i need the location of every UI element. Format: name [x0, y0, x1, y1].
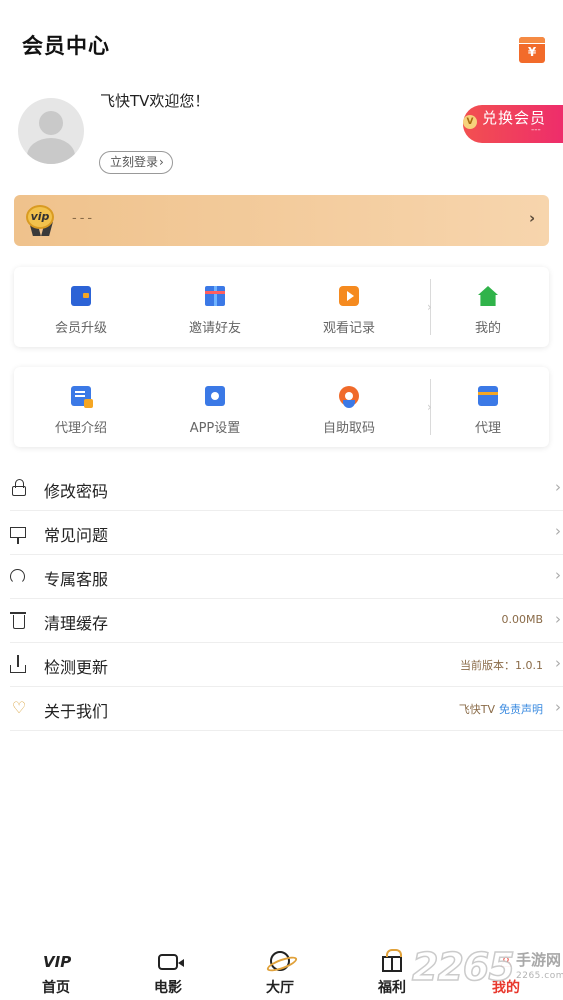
grid-item-app-settings[interactable]: APP设置: [148, 367, 282, 447]
welcome-text: 飞快TV欢迎您！: [100, 92, 210, 110]
grid-item-watch-history[interactable]: 观看记录: [282, 267, 416, 347]
menu-item-check-update[interactable]: 检测更新 当前版本：1.0.1 ›: [10, 643, 563, 687]
chevron-right-icon: ›: [555, 522, 561, 540]
menu-item-change-password[interactable]: 修改密码 ›: [10, 467, 563, 511]
grid-item-invite-friends[interactable]: 邀请好友: [148, 267, 282, 347]
home-icon: [478, 286, 498, 306]
watermark-logo: 2265 手游网 2265.com: [408, 944, 563, 995]
camera-icon: [158, 954, 184, 970]
heart-icon: ♡: [11, 698, 27, 717]
watermark-text: 手游网: [516, 951, 562, 969]
feature-card-2: 代理介绍 APP设置 自助取码 › 代理: [14, 367, 549, 447]
menu-label: 修改密码: [44, 482, 109, 501]
vip-badge-icon: V: [463, 115, 477, 129]
wallet-icon: [71, 286, 91, 306]
disclaimer-link[interactable]: 免责声明: [499, 703, 543, 716]
menu-label: 关于我们: [44, 702, 109, 721]
wallet-symbol: ¥: [527, 45, 537, 59]
grid-item-label: 邀请好友: [188, 321, 241, 336]
login-button[interactable]: 立刻登录›: [99, 151, 173, 174]
gift-icon: [382, 949, 402, 972]
header: 会员中心 ¥: [0, 0, 563, 90]
vip-status-text: ---: [72, 211, 96, 226]
tab-label: 电影: [154, 980, 182, 996]
grid-item-label: 代理: [474, 421, 501, 436]
grid-item-label: 会员升级: [54, 321, 107, 336]
settings-menu: 修改密码 › 常见问题 › 专属客服 › 清理缓存 0.00MB › 检测更新 …: [0, 467, 563, 731]
board-icon: [10, 527, 26, 544]
trash-icon: [10, 612, 26, 629]
download-icon: [10, 655, 26, 673]
folder-user-icon: [205, 386, 225, 406]
grid-item-self-code[interactable]: 自助取码: [282, 367, 416, 447]
menu-label: 专属客服: [44, 570, 109, 589]
grid-item-label: 我的: [474, 321, 501, 336]
menu-label: 清理缓存: [44, 614, 109, 633]
wallet-yen-icon[interactable]: ¥: [519, 37, 545, 63]
tab-label: 首页: [42, 980, 70, 996]
menu-label: 检测更新: [44, 658, 109, 677]
tab-label: 大厅: [266, 980, 294, 996]
flower-icon: [339, 386, 359, 408]
page-title: 会员中心: [22, 34, 110, 58]
tab-home[interactable]: VIP 首页: [0, 940, 112, 1000]
vip-status-bar[interactable]: vip --- ›: [14, 195, 549, 246]
grid-item-label: APP设置: [189, 421, 241, 436]
avatar-shoulders: [27, 138, 75, 164]
feature-card-1: 会员升级 邀请好友 观看记录 › 我的: [14, 267, 549, 347]
tab-movies[interactable]: 电影: [112, 940, 224, 1000]
chevron-right-icon: ›: [555, 566, 561, 584]
grid-item-label: 观看记录: [322, 321, 375, 336]
planet-icon: [270, 951, 290, 971]
menu-item-customer-service[interactable]: 专属客服 ›: [10, 555, 563, 599]
chevron-right-icon: ›: [555, 654, 561, 672]
avatar[interactable]: [18, 98, 84, 164]
chevron-right-icon: ›: [555, 698, 561, 716]
watermark-number: 2265: [411, 944, 515, 990]
vip-medal-icon: vip: [26, 205, 56, 236]
redeem-member-button[interactable]: V 兑换会员 ---: [463, 105, 563, 143]
about-value: 飞快TV 免责声明: [459, 701, 543, 717]
grid-item-agent-intro[interactable]: 代理介绍: [14, 367, 148, 447]
chevron-right-icon: ›: [529, 209, 536, 227]
grid-item-member-upgrade[interactable]: 会员升级: [14, 267, 148, 347]
card-icon: [478, 386, 498, 406]
current-version: 当前版本：1.0.1: [460, 659, 543, 672]
chevron-right-icon: ›: [555, 478, 561, 496]
gift-icon: [205, 286, 225, 306]
document-icon: [71, 386, 93, 408]
headset-icon: [10, 569, 25, 584]
app-name: 飞快TV: [458, 703, 495, 716]
vip-icon: VIP: [43, 953, 72, 971]
tab-hall[interactable]: 大厅: [224, 940, 336, 1000]
chevron-right-icon: ›: [555, 610, 561, 628]
medal-coin: vip: [26, 205, 54, 229]
login-label: 立刻登录: [110, 155, 159, 169]
grid-item-mine[interactable]: 我的: [421, 267, 555, 347]
tv-play-icon: [339, 286, 359, 306]
avatar-head: [39, 111, 63, 135]
cache-size: 0.00MB: [501, 613, 543, 626]
menu-item-about-us[interactable]: ♡ 关于我们 飞快TV 免责声明 ›: [10, 687, 563, 731]
lock-icon: [12, 479, 26, 496]
redeem-sub: ---: [531, 125, 541, 135]
grid-item-label: 代理介绍: [54, 421, 107, 436]
menu-item-faq[interactable]: 常见问题 ›: [10, 511, 563, 555]
chevron-right-icon: ›: [159, 155, 164, 169]
watermark-url: 2265.com: [516, 971, 563, 981]
menu-item-clear-cache[interactable]: 清理缓存 0.00MB ›: [10, 599, 563, 643]
menu-label: 常见问题: [44, 526, 109, 545]
grid-item-agent[interactable]: 代理: [421, 367, 555, 447]
grid-item-label: 自助取码: [322, 421, 375, 436]
wallet-lid: [519, 37, 545, 44]
